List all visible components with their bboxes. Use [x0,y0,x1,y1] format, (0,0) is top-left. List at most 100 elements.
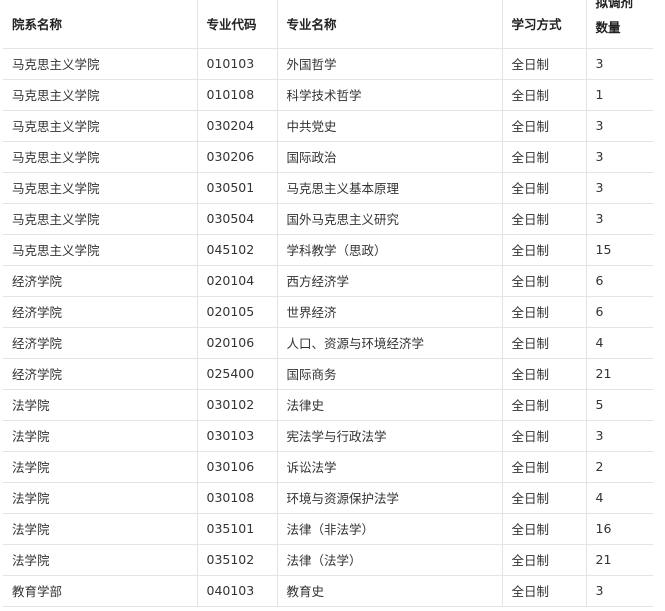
cell-major-code: 030106 [197,451,278,483]
table-row: 马克思主义学院 030501 马克思主义基本原理 全日制 3 [3,172,653,204]
cell-study-mode: 全日制 [502,544,587,576]
cell-major-code: 030108 [197,482,278,514]
cell-department: 经济学院 [3,296,198,328]
header-study-mode: 学习方式 [502,0,587,49]
cell-major-name: 外国哲学 [277,48,503,80]
cell-major-name: 宪法学与行政法学 [277,420,503,452]
cell-major-code: 030501 [197,172,278,204]
cell-quota: 1 [586,79,653,111]
cell-study-mode: 全日制 [502,513,587,545]
cell-study-mode: 全日制 [502,296,587,328]
cell-department: 法学院 [3,513,198,545]
cell-quota: 3 [586,172,653,204]
cell-quota: 3 [586,575,653,607]
cell-major-code: 045102 [197,234,278,266]
cell-major-name: 马克思主义基本原理 [277,172,503,204]
cell-major-name: 诉讼法学 [277,451,503,483]
cell-department: 法学院 [3,389,198,421]
cell-study-mode: 全日制 [502,420,587,452]
table-row: 法学院 035101 法律（非法学） 全日制 16 [3,513,653,545]
cell-study-mode: 全日制 [502,451,587,483]
cell-study-mode: 全日制 [502,265,587,297]
cell-major-code: 030206 [197,141,278,173]
cell-study-mode: 全日制 [502,234,587,266]
table-row: 马克思主义学院 010108 科学技术哲学 全日制 1 [3,79,653,111]
cell-major-code: 010103 [197,48,278,80]
table-row: 马克思主义学院 030206 国际政治 全日制 3 [3,141,653,173]
cell-study-mode: 全日制 [502,48,587,80]
table-row: 马克思主义学院 045102 学科教学（思政） 全日制 15 [3,234,653,266]
cell-department: 法学院 [3,420,198,452]
cell-department: 法学院 [3,482,198,514]
table-row: 经济学院 020105 世界经济 全日制 6 [3,296,653,328]
cell-major-code: 040103 [197,575,278,607]
header-department: 院系名称 [3,0,198,49]
cell-department: 法学院 [3,544,198,576]
cell-quota: 3 [586,203,653,235]
cell-quota: 2 [586,451,653,483]
cell-major-name: 环境与资源保护法学 [277,482,503,514]
table-row: 法学院 030102 法律史 全日制 5 [3,389,653,421]
cell-major-name: 学科教学（思政） [277,234,503,266]
cell-major-name: 国际商务 [277,358,503,390]
cell-department: 马克思主义学院 [3,203,198,235]
table-body: 马克思主义学院 010103 外国哲学 全日制 3 马克思主义学院 010108 科学技术哲学… [3,48,653,607]
cell-department: 马克思主义学院 [3,172,198,204]
cell-major-code: 035101 [197,513,278,545]
cell-study-mode: 全日制 [502,79,587,111]
admission-table-container: 院系名称 专业代码 专业名称 学习方式 拟调剂数量 马克思主义学院 010103 外… [3,0,653,611]
adjustment-quota-table: 院系名称 专业代码 专业名称 学习方式 拟调剂数量 马克思主义学院 010103 外… [3,0,653,607]
cell-major-name: 人口、资源与环境经济学 [277,327,503,359]
cell-major-name: 国际政治 [277,141,503,173]
table-row: 经济学院 025400 国际商务 全日制 21 [3,358,653,390]
cell-study-mode: 全日制 [502,575,587,607]
cell-major-code: 030102 [197,389,278,421]
cell-study-mode: 全日制 [502,482,587,514]
cell-major-name: 国外马克思主义研究 [277,203,503,235]
cell-major-name: 法律史 [277,389,503,421]
cell-quota: 16 [586,513,653,545]
cell-quota: 6 [586,296,653,328]
cell-major-code: 030204 [197,110,278,142]
cell-major-name: 中共党史 [277,110,503,142]
header-major-name: 专业名称 [277,0,503,49]
cell-quota: 21 [586,358,653,390]
cell-department: 教育学部 [3,575,198,607]
cell-major-name: 法律（法学） [277,544,503,576]
cell-quota: 4 [586,482,653,514]
cell-department: 马克思主义学院 [3,79,198,111]
cell-study-mode: 全日制 [502,327,587,359]
cell-quota: 3 [586,48,653,80]
table-row: 教育学部 040103 教育史 全日制 3 [3,575,653,607]
table-row: 法学院 030103 宪法学与行政法学 全日制 3 [3,420,653,452]
cell-major-code: 020105 [197,296,278,328]
cell-major-name: 教育史 [277,575,503,607]
cell-study-mode: 全日制 [502,110,587,142]
header-major-code: 专业代码 [197,0,278,49]
table-header-row: 院系名称 专业代码 专业名称 学习方式 拟调剂数量 [3,0,653,49]
cell-quota: 4 [586,327,653,359]
cell-study-mode: 全日制 [502,358,587,390]
cell-quota: 5 [586,389,653,421]
cell-major-name: 法律（非法学） [277,513,503,545]
cell-quota: 21 [586,544,653,576]
header-quota-label: 拟调剂数量 [595,0,634,35]
cell-quota: 6 [586,265,653,297]
cell-major-code: 020106 [197,327,278,359]
cell-department: 马克思主义学院 [3,48,198,80]
table-row: 法学院 035102 法律（法学） 全日制 21 [3,544,653,576]
cell-department: 马克思主义学院 [3,234,198,266]
cell-major-code: 035102 [197,544,278,576]
cell-quota: 3 [586,141,653,173]
table-row: 马克思主义学院 010103 外国哲学 全日制 3 [3,48,653,80]
cell-quota: 3 [586,110,653,142]
cell-department: 马克思主义学院 [3,141,198,173]
cell-major-code: 030504 [197,203,278,235]
cell-major-code: 030103 [197,420,278,452]
cell-quota: 3 [586,420,653,452]
cell-study-mode: 全日制 [502,389,587,421]
cell-quota: 15 [586,234,653,266]
cell-department: 法学院 [3,451,198,483]
cell-major-code: 020104 [197,265,278,297]
cell-study-mode: 全日制 [502,141,587,173]
